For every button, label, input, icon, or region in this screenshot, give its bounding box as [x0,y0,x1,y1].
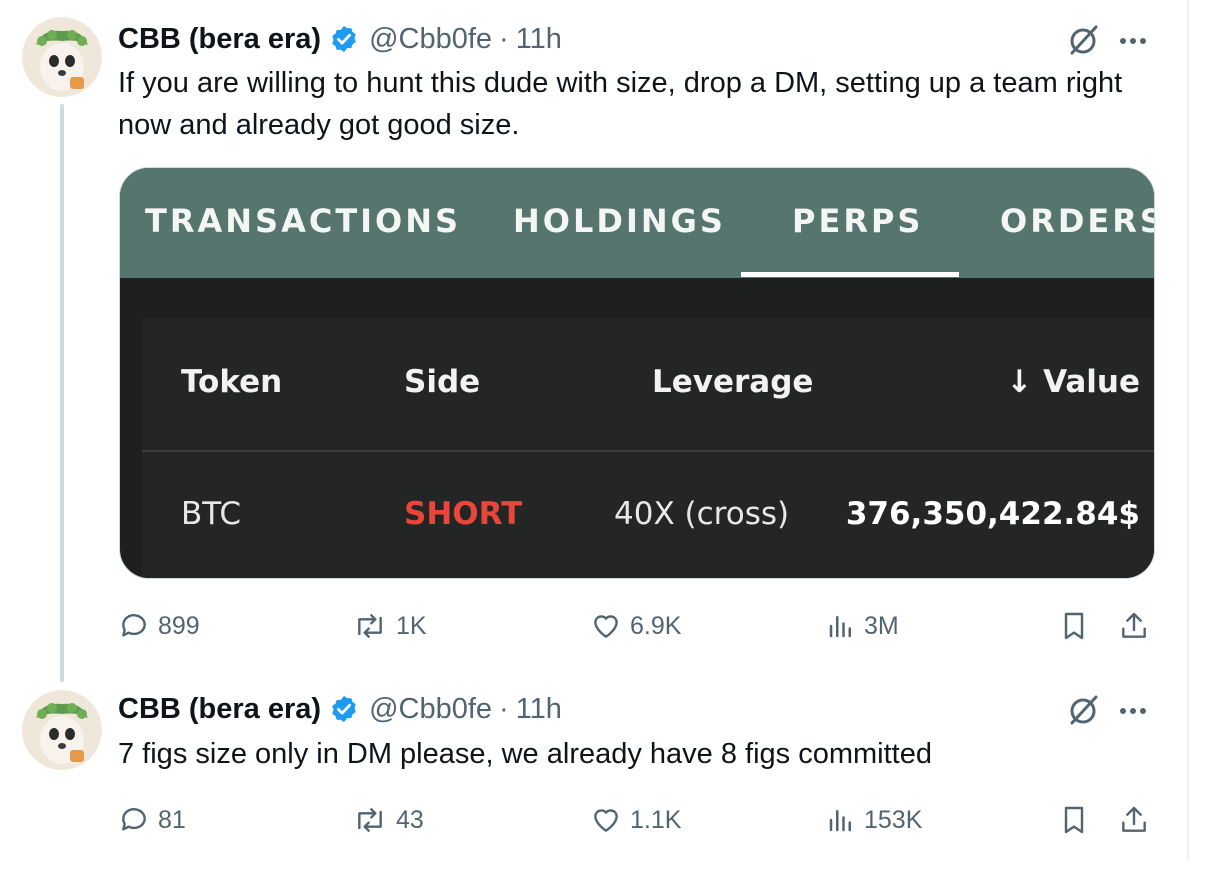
timeline-border [1187,0,1189,860]
repost-icon [358,808,382,832]
sort-arrow-icon: ↓ [1006,364,1033,400]
like-count: 1.1K [630,805,682,834]
cell-value: 376,350,422.84$ [845,496,1140,532]
tab-bar: TRANSACTIONS HOLDINGS PERPS ORDERS [120,168,1154,278]
like-button[interactable]: 1.1K [590,800,681,840]
author-name[interactable]: CBB (bera era) [118,23,321,56]
tab-transactions: TRANSACTIONS [145,202,462,240]
bookmark-icon [1064,806,1084,834]
bookmark-button[interactable] [1058,800,1098,840]
tweet-image[interactable]: TRANSACTIONS HOLDINGS PERPS ORDERS Token… [119,167,1155,579]
reply-count: 899 [158,611,200,640]
views-icon [829,616,851,638]
avatar[interactable] [22,17,102,97]
verified-badge-icon [329,694,359,724]
tweet-header: CBB (bera era) @Cbb0fe · 11h [118,22,562,56]
cell-token: BTC [181,496,242,532]
tweet-header: CBB (bera era) @Cbb0fe · 11h [118,692,562,726]
more-options-icon[interactable] [1120,36,1160,46]
active-tab-indicator [741,272,959,277]
repost-count: 1K [396,611,427,640]
tweet-text: 7 figs size only in DM please, we alread… [118,738,932,770]
tab-perps: PERPS [792,202,924,240]
cell-side: SHORT [404,496,523,532]
reply-icon [122,614,146,637]
views-button[interactable]: 3M [826,606,899,646]
view-count: 3M [864,611,899,640]
repost-button[interactable]: 1K [352,606,427,646]
timestamp[interactable]: 11h [516,23,562,56]
timestamp[interactable]: 11h [516,693,562,726]
views-button[interactable]: 153K [826,800,922,840]
perps-table: Token Side Leverage ↓ Value BTC SHORT 40… [142,318,1154,578]
thread-connector-line [60,104,64,682]
reply-icon [122,808,146,831]
grok-icon[interactable] [1066,22,1102,58]
tweet-actions: 899 1K 6.9K 3M [118,606,1158,646]
separator-dot: · [499,22,509,55]
tab-orders: ORDERS [1000,202,1155,240]
repost-count: 43 [396,805,424,834]
share-icon [1122,806,1146,832]
avatar[interactable] [22,690,102,770]
repost-button[interactable]: 43 [352,800,424,840]
column-header-value: ↓ Value [1006,364,1140,400]
bookmark-button[interactable] [1058,606,1098,646]
verified-badge-icon [329,24,359,54]
repost-icon [358,614,382,638]
column-header-token: Token [181,364,283,400]
like-count: 6.9K [630,611,682,640]
reply-button[interactable]: 81 [118,800,186,840]
tab-holdings: HOLDINGS [513,202,726,240]
table-header-row: Token Side Leverage ↓ Value [142,318,1154,452]
share-button[interactable] [1118,606,1158,646]
cell-leverage: 40X (cross) [614,496,790,532]
share-icon [1122,612,1146,638]
grok-icon[interactable] [1066,692,1102,728]
column-header-side: Side [404,364,481,400]
view-count: 153K [864,805,923,834]
reply-count: 81 [158,805,186,834]
separator-dot: · [499,692,509,725]
tweet-actions: 81 43 1.1K 153K [118,800,1158,840]
tweet-text: If you are willing to hunt this dude wit… [118,67,1123,141]
more-options-icon[interactable] [1120,706,1160,716]
views-icon [829,810,851,832]
share-button[interactable] [1118,800,1158,840]
heart-icon [594,615,618,638]
author-handle[interactable]: @Cbb0fe [369,693,492,726]
bookmark-icon [1064,612,1084,640]
reply-button[interactable]: 899 [118,606,200,646]
author-name[interactable]: CBB (bera era) [118,693,321,726]
heart-icon [594,809,618,832]
like-button[interactable]: 6.9K [590,606,681,646]
author-handle[interactable]: @Cbb0fe [369,23,492,56]
column-header-leverage: Leverage [652,364,814,400]
value-label: Value [1043,364,1140,400]
